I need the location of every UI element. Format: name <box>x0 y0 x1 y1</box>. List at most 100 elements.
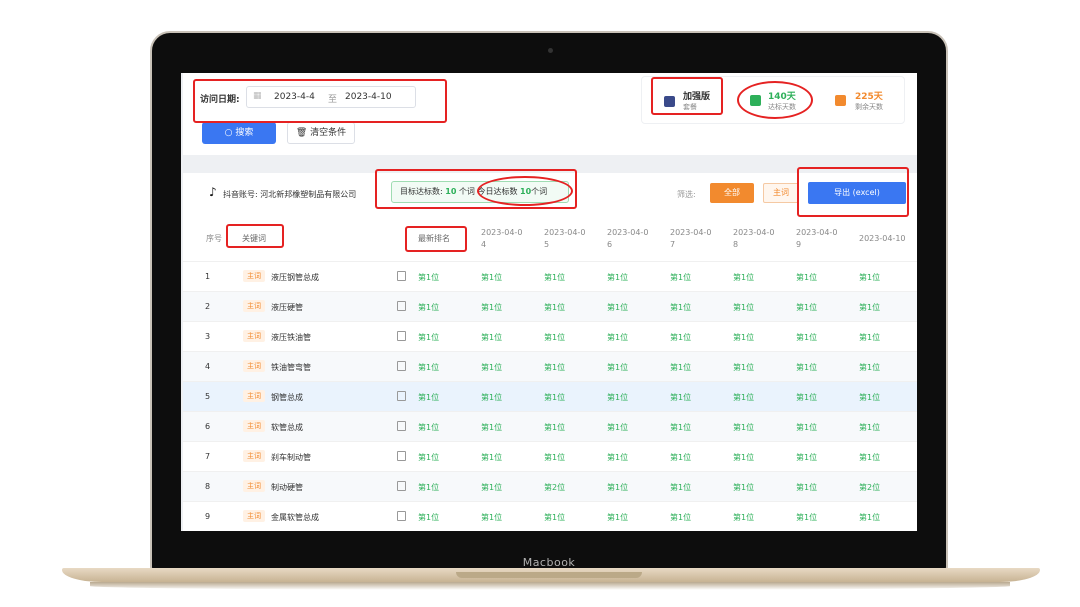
rank-cell: 第1位 <box>733 513 755 522</box>
row-index: 5 <box>205 392 211 401</box>
col-date-10: 2023-04-10 <box>859 234 906 243</box>
rank-cell: 第1位 <box>544 273 566 282</box>
rank-cell: 第1位 <box>481 333 503 342</box>
table-row[interactable]: 4 主词 铁油管弯管 第1位 第1位 第1位 第1位 第1位 第1位 第1位 第1位 <box>183 351 917 382</box>
row-keyword: 金属软管总成 <box>271 513 319 522</box>
row-index: 6 <box>205 422 211 431</box>
laptop-brand: Macbook <box>522 556 576 569</box>
remaining-value: 225天 <box>855 92 883 102</box>
filter-label: 筛选: <box>677 190 696 199</box>
rank-cell: 第1位 <box>796 453 818 462</box>
annotation-plan-box <box>651 77 723 115</box>
rank-cell: 第1位 <box>418 363 440 372</box>
row-keyword: 钢管总成 <box>271 393 303 402</box>
rank-cell: 第1位 <box>418 483 440 492</box>
filter-all-button[interactable]: 全部 <box>710 183 754 203</box>
row-index: 7 <box>205 452 211 461</box>
main-word-tag: 主词 <box>243 510 265 522</box>
search-icon: ○ <box>224 128 233 138</box>
copy-icon[interactable] <box>397 391 406 401</box>
rank-cell: 第1位 <box>733 273 755 282</box>
copy-icon[interactable] <box>397 451 406 461</box>
row-keyword: 液压硬管 <box>271 303 303 312</box>
main-word-tag: 主词 <box>243 270 265 282</box>
rank-cell: 第1位 <box>607 393 629 402</box>
rank-cell: 第1位 <box>481 363 503 372</box>
table-row[interactable]: 8 主词 制动硬管 第1位 第1位 第2位 第1位 第1位 第1位 第1位 第2位 <box>183 471 917 502</box>
table-row[interactable]: 2 主词 液压硬管 第1位 第1位 第1位 第1位 第1位 第1位 第1位 第1位 <box>183 291 917 322</box>
rank-cell: 第1位 <box>733 363 755 372</box>
rank-cell: 第1位 <box>670 483 692 492</box>
rank-cell: 第1位 <box>418 423 440 432</box>
rank-cell: 第1位 <box>544 333 566 342</box>
rank-cell: 第1位 <box>418 513 440 522</box>
copy-icon[interactable] <box>397 511 406 521</box>
rank-cell: 第1位 <box>859 273 881 282</box>
row-index: 9 <box>205 512 211 521</box>
search-button[interactable]: ○ 搜索 <box>202 122 276 144</box>
rank-cell: 第1位 <box>544 363 566 372</box>
rank-cell: 第1位 <box>418 273 440 282</box>
trash-icon: 🗑 <box>295 128 308 138</box>
rank-cell: 第1位 <box>544 393 566 402</box>
rank-cell: 第1位 <box>607 303 629 312</box>
rank-cell: 第1位 <box>418 453 440 462</box>
rank-cell: 第1位 <box>481 393 503 402</box>
copy-icon[interactable] <box>397 331 406 341</box>
row-index: 8 <box>205 482 211 491</box>
row-keyword: 铁油管弯管 <box>271 363 311 372</box>
rank-cell: 第1位 <box>607 513 629 522</box>
rank-cell: 第1位 <box>418 393 440 402</box>
rank-cell: 第1位 <box>481 453 503 462</box>
rank-cell: 第1位 <box>859 303 881 312</box>
laptop-notch <box>456 572 642 578</box>
table-row[interactable]: 5 主词 钢管总成 第1位 第1位 第1位 第1位 第1位 第1位 第1位 第1位 <box>183 381 917 412</box>
rank-cell: 第1位 <box>670 273 692 282</box>
main-word-tag: 主词 <box>243 480 265 492</box>
table-row[interactable]: 1 主词 液压钢管总成 第1位 第1位 第1位 第1位 第1位 第1位 第1位 第1位 <box>183 261 917 292</box>
table-row[interactable]: 9 主词 金属软管总成 第1位 第1位 第1位 第1位 第1位 第1位 第1位 第1位 <box>183 501 917 531</box>
rank-cell: 第1位 <box>796 273 818 282</box>
table-row[interactable]: 6 主词 软管总成 第1位 第1位 第1位 第1位 第1位 第1位 第1位 第1位 <box>183 411 917 442</box>
main-word-tag: 主词 <box>243 360 265 372</box>
annotation-export-box <box>797 167 909 217</box>
row-keyword: 液压铁油管 <box>271 333 311 342</box>
table-row[interactable]: 3 主词 液压铁油管 第1位 第1位 第1位 第1位 第1位 第1位 第1位 第1位 <box>183 321 917 352</box>
rank-cell: 第1位 <box>670 423 692 432</box>
rank-cell: 第1位 <box>859 513 881 522</box>
rank-cell: 第1位 <box>796 513 818 522</box>
rank-cell: 第2位 <box>859 483 881 492</box>
copy-icon[interactable] <box>397 481 406 491</box>
rank-cell: 第1位 <box>481 513 503 522</box>
copy-icon[interactable] <box>397 301 406 311</box>
row-keyword: 制动硬管 <box>271 483 303 492</box>
copy-icon[interactable] <box>397 271 406 281</box>
row-index: 2 <box>205 302 211 311</box>
col-date-06: 2023-04-0 6 <box>607 228 649 249</box>
rank-cell: 第1位 <box>418 333 440 342</box>
annotation-today-oval <box>477 176 573 206</box>
row-keyword: 刹车制动管 <box>271 453 311 462</box>
rank-cell: 第1位 <box>733 393 755 402</box>
filter-main-button[interactable]: 主词 <box>763 183 799 203</box>
clear-button[interactable]: 🗑 清空条件 <box>287 122 355 144</box>
rank-cell: 第1位 <box>859 423 881 432</box>
rank-cell: 第1位 <box>607 483 629 492</box>
table-row[interactable]: 7 主词 刹车制动管 第1位 第1位 第1位 第1位 第1位 第1位 第1位 第1位 <box>183 441 917 472</box>
col-date-08: 2023-04-0 8 <box>733 228 775 249</box>
main-word-tag: 主词 <box>243 390 265 402</box>
copy-icon[interactable] <box>397 361 406 371</box>
copy-icon[interactable] <box>397 421 406 431</box>
rank-cell: 第1位 <box>670 513 692 522</box>
col-index: 序号 <box>206 234 222 243</box>
rank-cell: 第1位 <box>481 483 503 492</box>
rank-cell: 第1位 <box>796 303 818 312</box>
rank-cell: 第1位 <box>733 303 755 312</box>
row-index: 3 <box>205 332 211 341</box>
rank-cell: 第1位 <box>544 423 566 432</box>
rank-cell: 第1位 <box>796 483 818 492</box>
col-date-07: 2023-04-0 7 <box>670 228 712 249</box>
rank-cell: 第1位 <box>481 423 503 432</box>
search-button-label: 搜索 <box>235 128 254 138</box>
col-date-04: 2023-04-0 4 <box>481 228 523 249</box>
